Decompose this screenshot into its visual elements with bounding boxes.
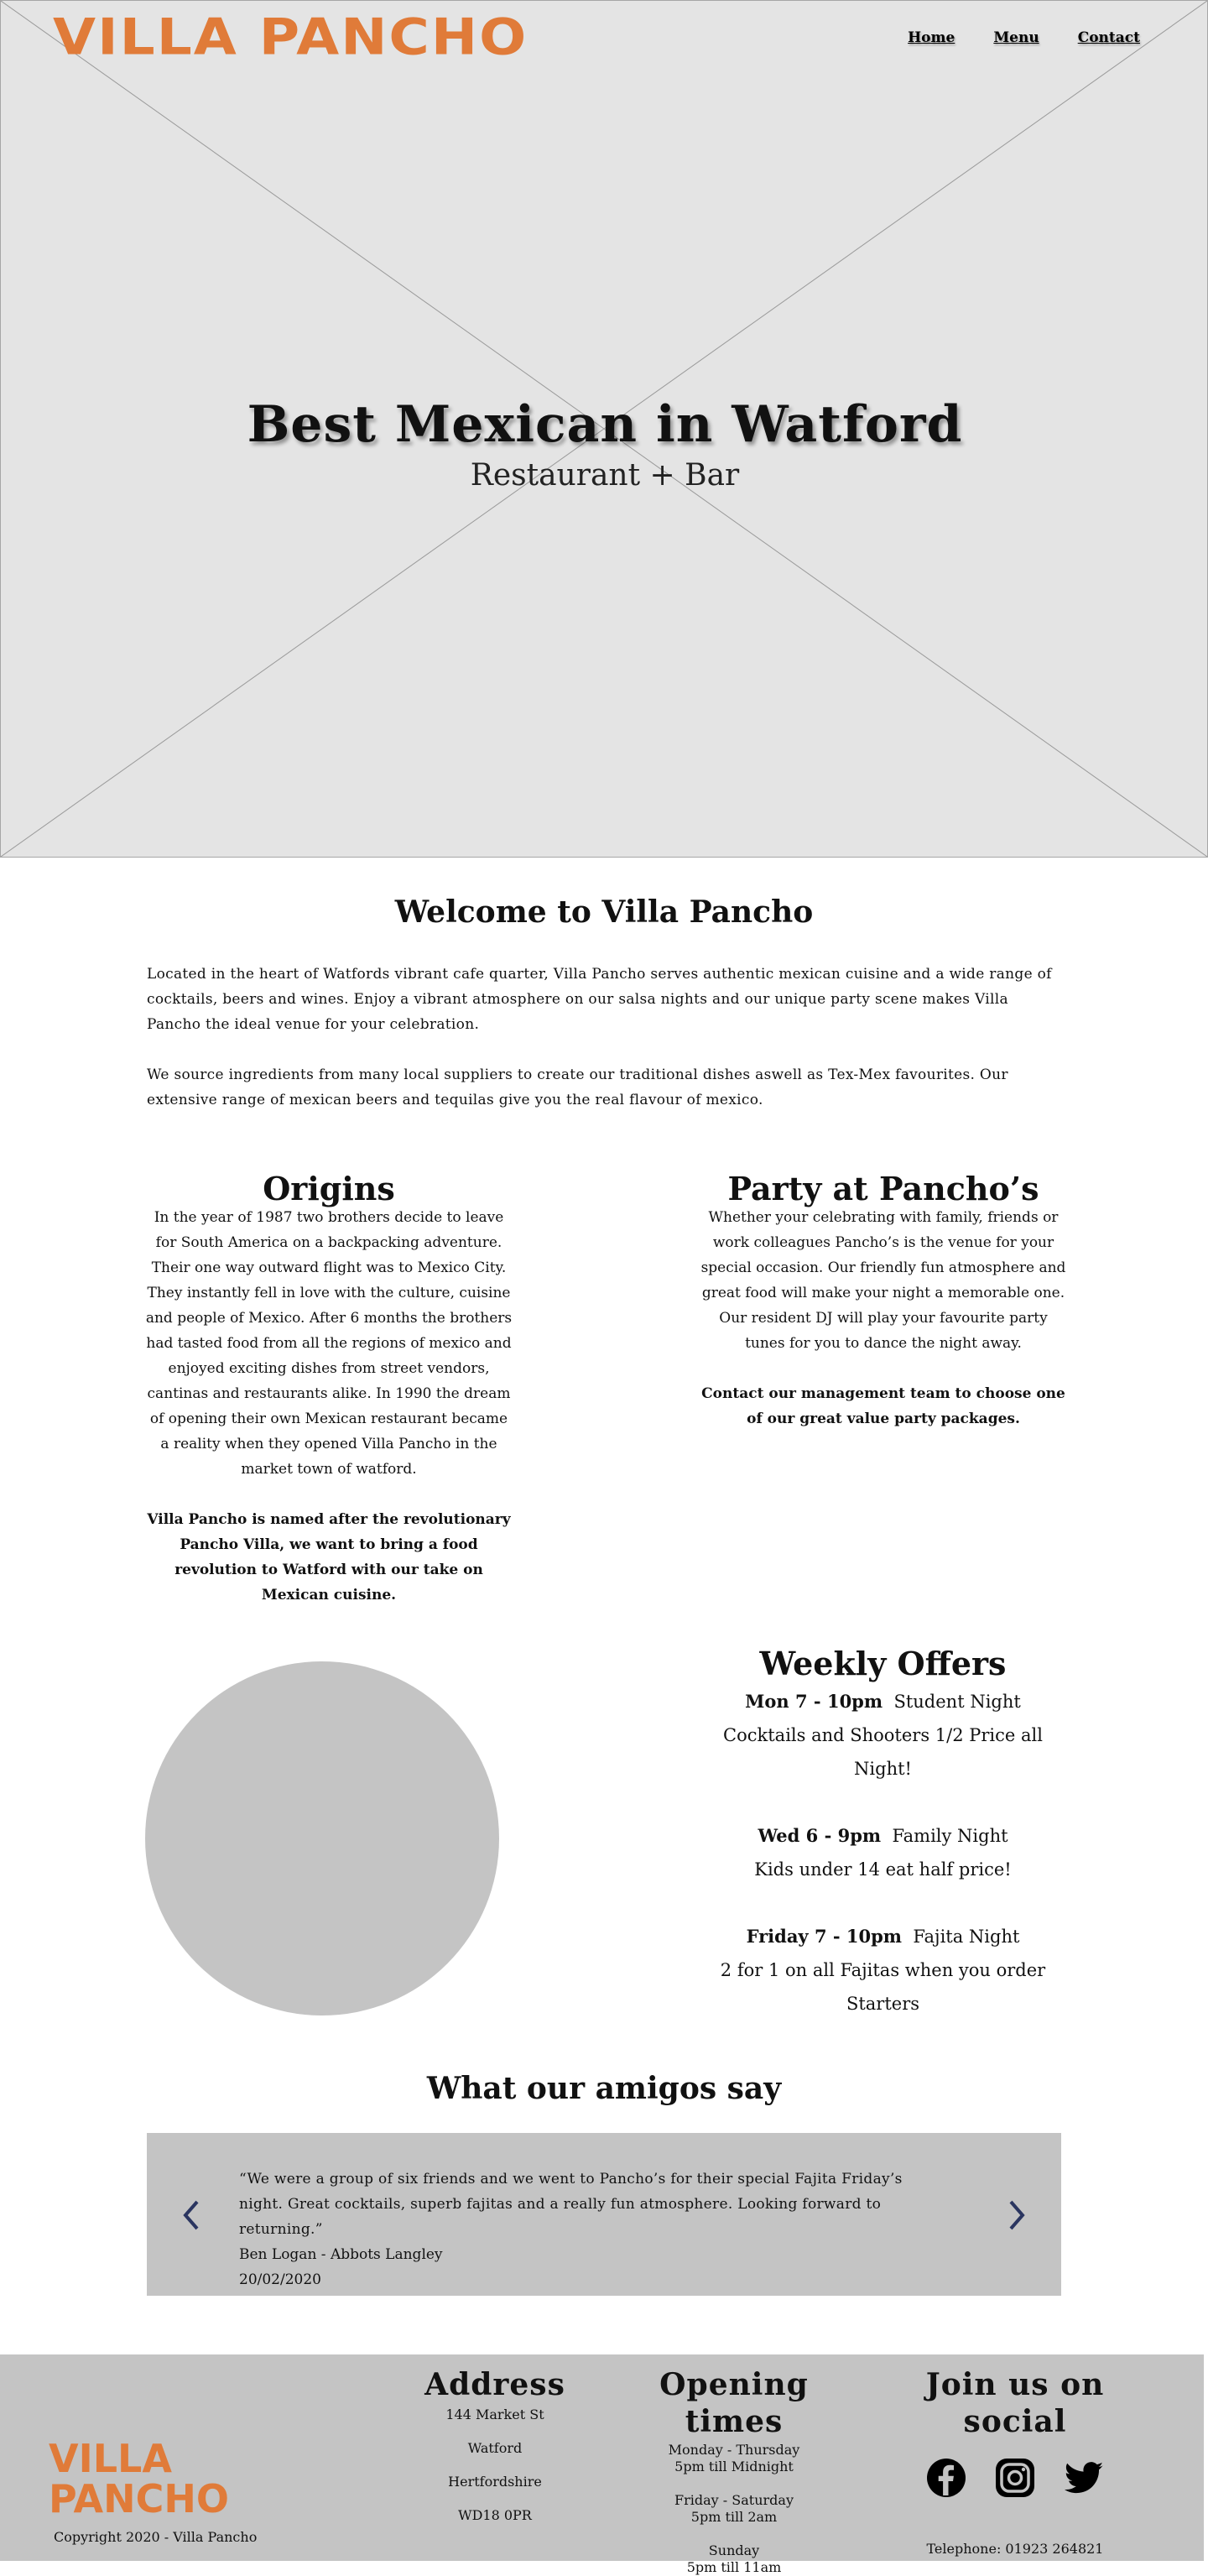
footer-logo-line: VILLA [49, 2436, 172, 2481]
copyright: Copyright 2020 - Villa Pancho [54, 2529, 258, 2545]
hours-heading: Opening times [659, 2367, 809, 2439]
nav-menu[interactable]: Menu [993, 29, 1039, 46]
address-line: Watford [467, 2440, 523, 2456]
social-heading: Join us on social [925, 2367, 1105, 2439]
testimonial-date: 20/02/2020 [239, 2271, 321, 2288]
testimonials-heading: What our amigos say [426, 2071, 782, 2106]
offer-item: Friday 7 - 10pm Fajita Night 2 for 1 on … [696, 1920, 1070, 2021]
hours-days: Sunday [708, 2542, 760, 2558]
hero-subtitle: Restaurant + Bar [470, 458, 740, 493]
hero-banner: VILLA PANCHO Home Menu Contact Best Mexi… [0, 0, 1208, 858]
welcome-heading: Welcome to Villa Pancho [394, 894, 814, 930]
facebook-icon[interactable] [925, 2457, 967, 2499]
party-emphasis: Contact our management team to choose on… [701, 1385, 1065, 1427]
origins-heading: Origins [263, 1170, 395, 1207]
testimonial-quote: “We were a group of six friends and we w… [239, 2171, 903, 2238]
offer-name: Fajita Night [913, 1927, 1020, 1947]
hours-time: 5pm till 2am [690, 2509, 778, 2525]
hours-days: Friday - Saturday [674, 2492, 794, 2508]
offer-desc: 2 for 1 on all Fajitas when you order St… [720, 1960, 1046, 2014]
offer-time: Mon 7 - 10pm [745, 1691, 883, 1712]
origins-body: In the year of 1987 two brothers decide … [145, 1209, 513, 1478]
weekly-offers: Weekly Offers Mon 7 - 10pm Student Night… [696, 1643, 1070, 2021]
hours-days: Monday - Thursday [668, 2442, 800, 2458]
footer-address: Address 144 Market St Watford Hertfordsh… [369, 2366, 621, 2524]
footer-logo[interactable]: VILLA PANCHO [49, 2438, 229, 2519]
origins-emphasis: Villa Pancho is named after the revoluti… [147, 1511, 511, 1603]
testimonial-carousel: “We were a group of six friends and we w… [147, 2133, 1061, 2296]
offer-desc: Kids under 14 eat half price! [754, 1859, 1012, 1880]
testimonial-author: Ben Logan - Abbots Langley 20/02/2020 [239, 2242, 443, 2292]
offers-heading: Weekly Offers [759, 1645, 1007, 1682]
hours-time: 5pm till Midnight [674, 2459, 794, 2474]
welcome-paragraph-1: Located in the heart of Watfords vibrant… [147, 966, 1052, 1033]
offer-desc: Cocktails and Shooters 1/2 Price all Nig… [723, 1725, 1043, 1779]
footer-logo-line: PANCHO [49, 2476, 229, 2521]
chevron-left-icon[interactable] [179, 2198, 204, 2232]
nav-contact[interactable]: Contact [1078, 29, 1140, 46]
offer-time: Wed 6 - 9pm [758, 1825, 882, 1846]
address-line: Hertfordshire [448, 2474, 542, 2490]
site-logo[interactable]: VILLA PANCHO [53, 13, 528, 62]
offer-item: Mon 7 - 10pm Student Night Cocktails and… [696, 1685, 1070, 1786]
instagram-icon[interactable] [994, 2457, 1036, 2499]
party-heading: Party at Pancho’s [727, 1170, 1039, 1207]
hero-title: Best Mexican in Watford [247, 395, 963, 454]
nav-home[interactable]: Home [908, 29, 955, 46]
offer-item: Wed 6 - 9pm Family Night Kids under 14 e… [696, 1819, 1070, 1886]
footer-opening-times: Opening times Monday - Thursday 5pm till… [608, 2366, 860, 2576]
address-line: 144 Market St [445, 2407, 544, 2422]
party-body: Whether your celebrating with family, fr… [700, 1209, 1066, 1352]
twitter-icon[interactable] [1063, 2457, 1105, 2499]
address-heading: Address [424, 2367, 565, 2402]
telephone[interactable]: Telephone: 01923 264821 [872, 2541, 1158, 2558]
origins-section: Origins In the year of 1987 two brothers… [144, 1170, 513, 1608]
main-nav: Home Menu Contact [908, 29, 1140, 46]
offer-name: Family Night [892, 1826, 1008, 1846]
offer-name: Student Night [893, 1692, 1021, 1712]
welcome-paragraph-2: We source ingredients from many local su… [147, 1066, 1008, 1108]
testimonial-author-name: Ben Logan - Abbots Langley [239, 2246, 443, 2263]
chevron-right-icon[interactable] [1004, 2198, 1029, 2232]
footer-social: Join us on social Telephone: 01923 26482… [872, 2366, 1158, 2558]
address-line: WD18 0PR [458, 2507, 532, 2523]
hours-time: 5pm till 11am [686, 2559, 782, 2575]
offer-time: Friday 7 - 10pm [746, 1926, 903, 1947]
footer: VILLA PANCHO Copyright 2020 - Villa Panc… [0, 2354, 1204, 2575]
party-section: Party at Pancho’s Whether your celebrati… [699, 1170, 1068, 1431]
food-image-placeholder [145, 1661, 499, 2015]
